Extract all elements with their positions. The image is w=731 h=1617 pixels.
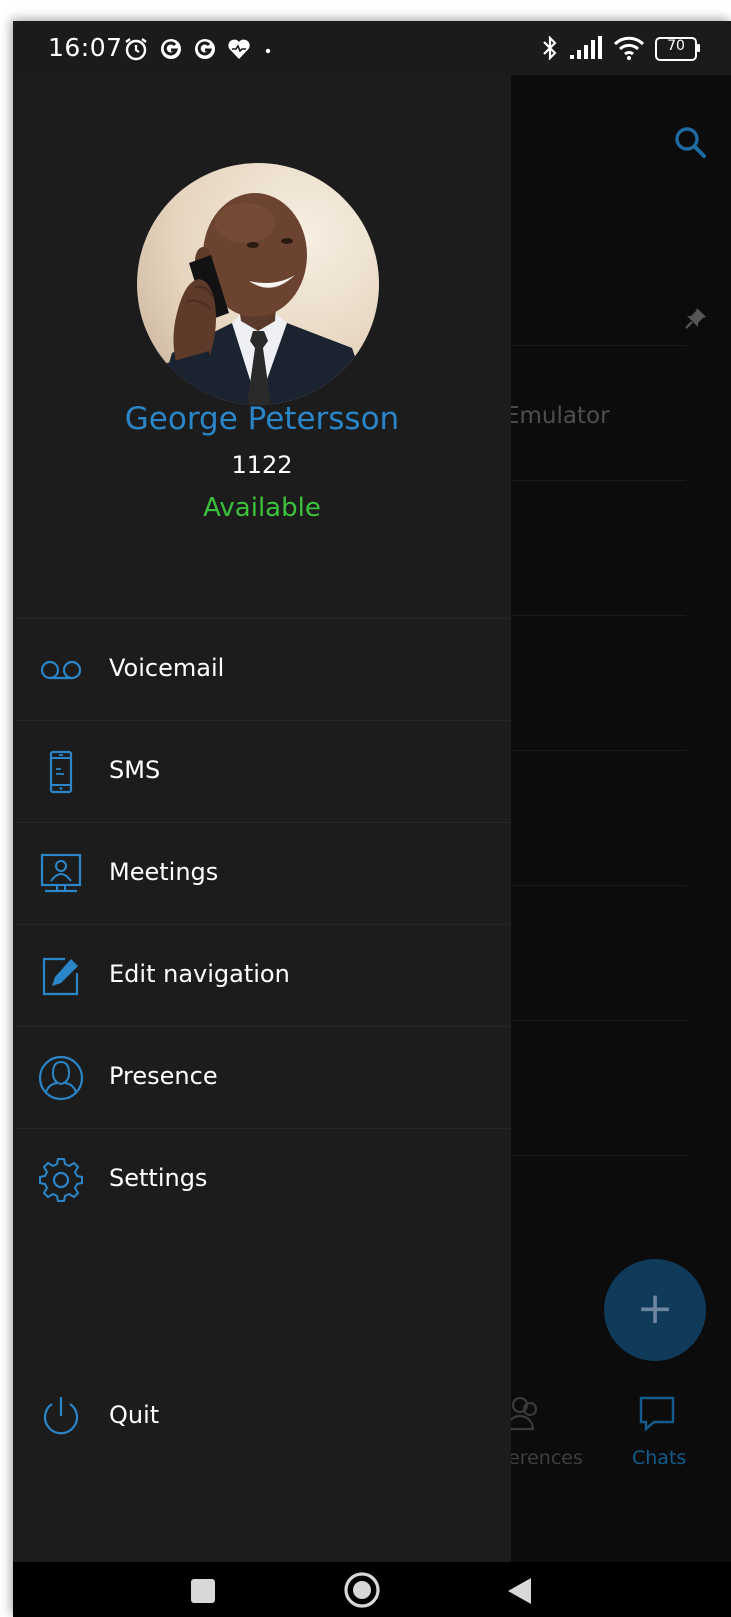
menu-item-label: SMS xyxy=(109,756,161,784)
background-list-text: Emulator xyxy=(505,403,610,429)
voicemail-icon xyxy=(40,660,82,680)
menu-item-label: Voicemail xyxy=(109,654,225,682)
battery-icon: 70 xyxy=(655,37,700,61)
alarm-icon xyxy=(125,38,147,61)
pin-icon xyxy=(685,308,706,329)
background-divider xyxy=(496,1155,686,1156)
menu-item-presence[interactable]: Presence xyxy=(13,1026,511,1128)
bluetooth-icon xyxy=(543,35,557,61)
phone-icon xyxy=(49,750,73,794)
menu-item-settings[interactable]: Settings xyxy=(13,1128,511,1230)
bottom-nav: erences Chats xyxy=(496,1365,731,1508)
menu-item-sms[interactable]: SMS xyxy=(13,720,511,822)
user-extension: 1122 xyxy=(231,451,293,479)
background-divider xyxy=(496,750,686,751)
search-icon[interactable] xyxy=(673,125,709,161)
power-icon xyxy=(43,1397,79,1435)
background-divider xyxy=(496,345,686,346)
status-bar: 16:07 70 xyxy=(13,21,731,75)
menu-item-label: Settings xyxy=(109,1164,208,1192)
menu-item-meetings[interactable]: Meetings xyxy=(13,822,511,924)
background-divider xyxy=(496,615,686,616)
meeting-icon xyxy=(40,853,82,893)
recents-button[interactable] xyxy=(190,1578,216,1604)
menu-item-label: Quit xyxy=(109,1401,160,1429)
background-divider xyxy=(496,1020,686,1021)
menu-item-label: Presence xyxy=(109,1062,218,1090)
drawer-menu: Voicemail SMS Meetings Edit navigation P… xyxy=(13,618,511,1230)
chat-icon xyxy=(639,1396,675,1432)
tab-chats[interactable]: Chats xyxy=(632,1447,686,1469)
home-button[interactable] xyxy=(343,1571,381,1609)
signal-icon xyxy=(570,36,602,59)
avatar[interactable] xyxy=(137,163,379,405)
presence-icon xyxy=(38,1055,84,1101)
battery-level: 70 xyxy=(667,38,685,54)
wifi-icon xyxy=(613,36,645,60)
menu-item-label: Edit navigation xyxy=(109,960,290,988)
gear-icon xyxy=(39,1158,83,1202)
g-icon xyxy=(195,39,215,59)
navigation-drawer: George Petersson 1122 Available Voicemai… xyxy=(13,75,511,1562)
device-screen: 16:07 70 Emulator + erences Chats George… xyxy=(13,21,731,1617)
menu-item-voicemail[interactable]: Voicemail xyxy=(13,618,511,720)
back-button[interactable] xyxy=(505,1576,535,1606)
system-nav-bar xyxy=(13,1562,731,1617)
menu-item-edit-navigation[interactable]: Edit navigation xyxy=(13,924,511,1026)
tab-conferences[interactable]: erences xyxy=(508,1447,583,1469)
status-right-icons: 70 xyxy=(541,35,700,61)
user-name: George Petersson xyxy=(124,401,400,437)
g-icon xyxy=(161,39,181,59)
background-divider xyxy=(496,480,686,481)
menu-item-label: Meetings xyxy=(109,858,219,886)
dot-icon xyxy=(265,48,271,54)
heart-icon xyxy=(228,39,250,59)
edit-icon xyxy=(42,957,79,996)
user-presence-status[interactable]: Available xyxy=(13,493,511,523)
status-time: 16:07 xyxy=(48,33,123,62)
background-divider xyxy=(496,885,686,886)
new-chat-fab[interactable]: + xyxy=(604,1259,706,1361)
menu-item-quit[interactable]: Quit xyxy=(13,1366,511,1468)
status-left-icons xyxy=(123,37,275,61)
